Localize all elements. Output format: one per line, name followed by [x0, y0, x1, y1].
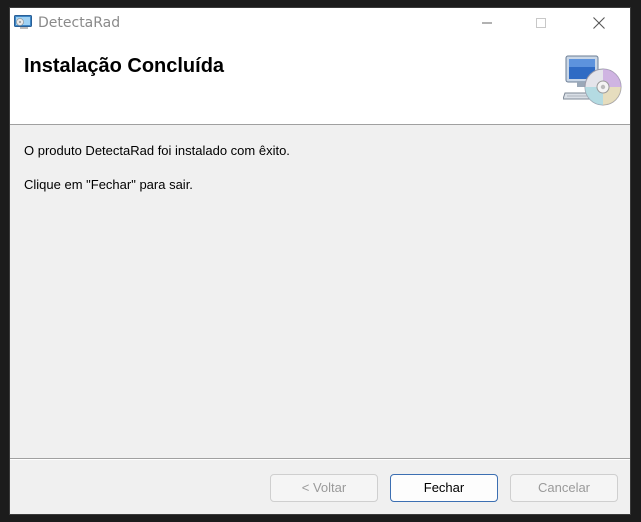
back-button[interactable]: < Voltar [270, 474, 378, 502]
wizard-header: Instalação Concluída [10, 38, 630, 125]
minimize-icon [482, 22, 492, 24]
footer-divider [10, 458, 630, 460]
cancel-button[interactable]: Cancelar [510, 474, 618, 502]
wizard-content: O produto DetectaRad foi instalado com ê… [24, 143, 290, 211]
close-window-button[interactable] [576, 8, 622, 38]
computer-cd-icon [562, 53, 623, 109]
window-title: DetectaRad [38, 15, 121, 31]
maximize-button[interactable] [518, 8, 564, 38]
success-message: O produto DetectaRad foi instalado com ê… [24, 143, 290, 158]
close-icon [593, 17, 605, 29]
finish-close-button[interactable]: Fechar [390, 474, 498, 502]
installer-window: DetectaRad Instalação Concluída O produt… [9, 7, 631, 515]
page-title: Instalação Concluída [24, 55, 225, 77]
installer-app-icon [14, 15, 32, 30]
minimize-button[interactable] [464, 8, 510, 38]
title-bar[interactable]: DetectaRad [10, 8, 630, 38]
exit-instruction: Clique em "Fechar" para sair. [24, 177, 193, 192]
maximize-icon [536, 18, 546, 28]
